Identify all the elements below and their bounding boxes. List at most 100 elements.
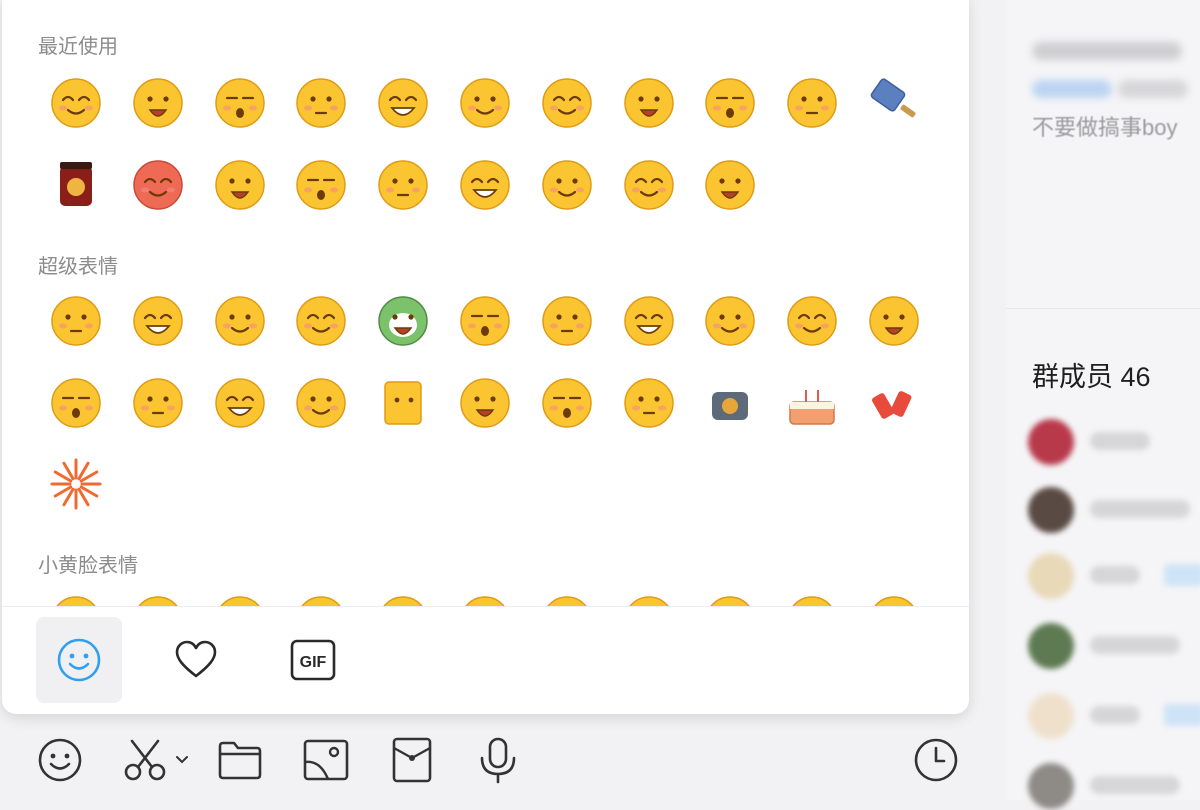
emoji-item[interactable] — [210, 590, 270, 606]
screenshot-options-button[interactable] — [170, 736, 194, 784]
emoji-face-icon — [874, 596, 914, 606]
emoji-face-icon — [60, 162, 92, 206]
emoji-item[interactable] — [210, 72, 270, 132]
member-row[interactable] — [1028, 760, 1198, 810]
emoji-button[interactable] — [36, 736, 84, 784]
emoji-scroll-area[interactable]: 最近使用 超级表情 小黄脸表情 — [2, 0, 969, 606]
member-row[interactable] — [1028, 550, 1200, 600]
image-button[interactable] — [302, 736, 350, 784]
emoji-item[interactable] — [455, 372, 515, 432]
voice-button[interactable] — [474, 736, 522, 784]
member-row[interactable] — [1028, 690, 1200, 740]
emoji-item[interactable] — [46, 590, 106, 606]
emoji-item[interactable] — [455, 72, 515, 132]
emoji-item[interactable] — [455, 590, 515, 606]
emoji-face-icon — [214, 378, 265, 428]
emoji-item[interactable] — [373, 372, 433, 432]
emoji-item[interactable] — [782, 72, 842, 132]
emoji-item[interactable] — [373, 590, 433, 606]
red-packet-button[interactable] — [388, 736, 436, 784]
emoji-item[interactable] — [455, 290, 515, 350]
emoji-item[interactable] — [619, 590, 679, 606]
emoji-item[interactable] — [537, 154, 597, 214]
history-button[interactable] — [912, 736, 960, 784]
emoji-item[interactable] — [291, 72, 351, 132]
emoji-item[interactable] — [455, 154, 515, 214]
emoji-item[interactable] — [700, 590, 760, 606]
emoji-item[interactable] — [128, 372, 188, 432]
emoji-face-icon — [296, 78, 347, 128]
emoji-item[interactable] — [864, 590, 924, 606]
favorites-tab[interactable] — [153, 617, 239, 703]
emoji-item[interactable] — [373, 154, 433, 214]
emoji-item[interactable] — [46, 154, 106, 214]
emoji-face-icon — [460, 378, 510, 428]
emoji-item[interactable] — [782, 290, 842, 350]
gif-tab[interactable]: GIF — [270, 617, 356, 703]
emoji-item[interactable] — [864, 290, 924, 350]
emoji-item[interactable] — [537, 372, 597, 432]
section-title-recent: 最近使用 — [38, 36, 118, 58]
emoji-item[interactable] — [619, 290, 679, 350]
emoji-item[interactable] — [128, 290, 188, 350]
emoji-face-icon — [50, 458, 102, 510]
emoji-item[interactable] — [619, 372, 679, 432]
emoji-item[interactable] — [128, 154, 188, 214]
emoji-item[interactable] — [864, 72, 924, 132]
emoji-face-icon — [623, 78, 674, 128]
emoji-face-icon — [133, 78, 183, 128]
emoji-item[interactable] — [128, 72, 188, 132]
emoji-item[interactable] — [619, 72, 679, 132]
emoji-face-icon — [623, 378, 674, 428]
emoji-face-icon — [705, 78, 756, 128]
emoji-item[interactable] — [291, 372, 351, 432]
emoji-face-icon — [296, 296, 347, 346]
emoji-item[interactable] — [864, 372, 924, 432]
emoji-face-icon — [460, 296, 510, 346]
emoji-item[interactable] — [700, 372, 760, 432]
emoji-item[interactable] — [291, 290, 351, 350]
member-row[interactable] — [1028, 416, 1198, 466]
emoji-face-icon — [214, 78, 265, 128]
gif-icon: GIF — [290, 639, 336, 681]
emoji-item[interactable] — [46, 454, 106, 514]
emoji-item[interactable] — [782, 372, 842, 432]
emoji-item[interactable] — [700, 290, 760, 350]
emoji-item[interactable] — [700, 154, 760, 214]
emoji-item[interactable] — [619, 154, 679, 214]
emoji-face-icon — [705, 160, 756, 210]
emoji-item[interactable] — [210, 372, 270, 432]
emoji-item[interactable] — [46, 372, 106, 432]
member-row[interactable] — [1028, 484, 1198, 534]
folder-icon — [218, 741, 262, 780]
emoji-item[interactable] — [291, 590, 351, 606]
screenshot-button[interactable] — [122, 736, 170, 784]
emoji-item[interactable] — [537, 72, 597, 132]
emoji-face-icon — [705, 296, 756, 346]
emoji-face-icon — [51, 378, 101, 428]
emoji-face-icon — [296, 378, 347, 428]
emoji-item[interactable] — [373, 290, 433, 350]
emoji-icon — [38, 738, 82, 782]
emoji-item[interactable] — [210, 290, 270, 350]
emoji-item[interactable] — [700, 72, 760, 132]
emoji-item[interactable] — [782, 590, 842, 606]
emoji-item[interactable] — [128, 590, 188, 606]
emoji-item[interactable] — [291, 154, 351, 214]
section-title-super: 超级表情 — [38, 256, 118, 278]
emoji-face-icon — [378, 78, 428, 128]
emoji-item[interactable] — [537, 290, 597, 350]
emoji-item[interactable] — [537, 590, 597, 606]
composer-toolbar — [0, 716, 1006, 800]
emoji-face-icon — [138, 596, 178, 606]
chat-sidebar: 不要做搞事boy 群成员 46 — [1006, 0, 1200, 809]
emoji-tab[interactable] — [36, 617, 122, 703]
file-button[interactable] — [216, 736, 264, 784]
emoji-face-icon — [872, 391, 912, 419]
emoji-item[interactable] — [373, 72, 433, 132]
emoji-face-icon — [133, 296, 183, 346]
emoji-item[interactable] — [210, 154, 270, 214]
emoji-item[interactable] — [46, 72, 106, 132]
emoji-item[interactable] — [46, 290, 106, 350]
member-row[interactable] — [1028, 620, 1198, 670]
